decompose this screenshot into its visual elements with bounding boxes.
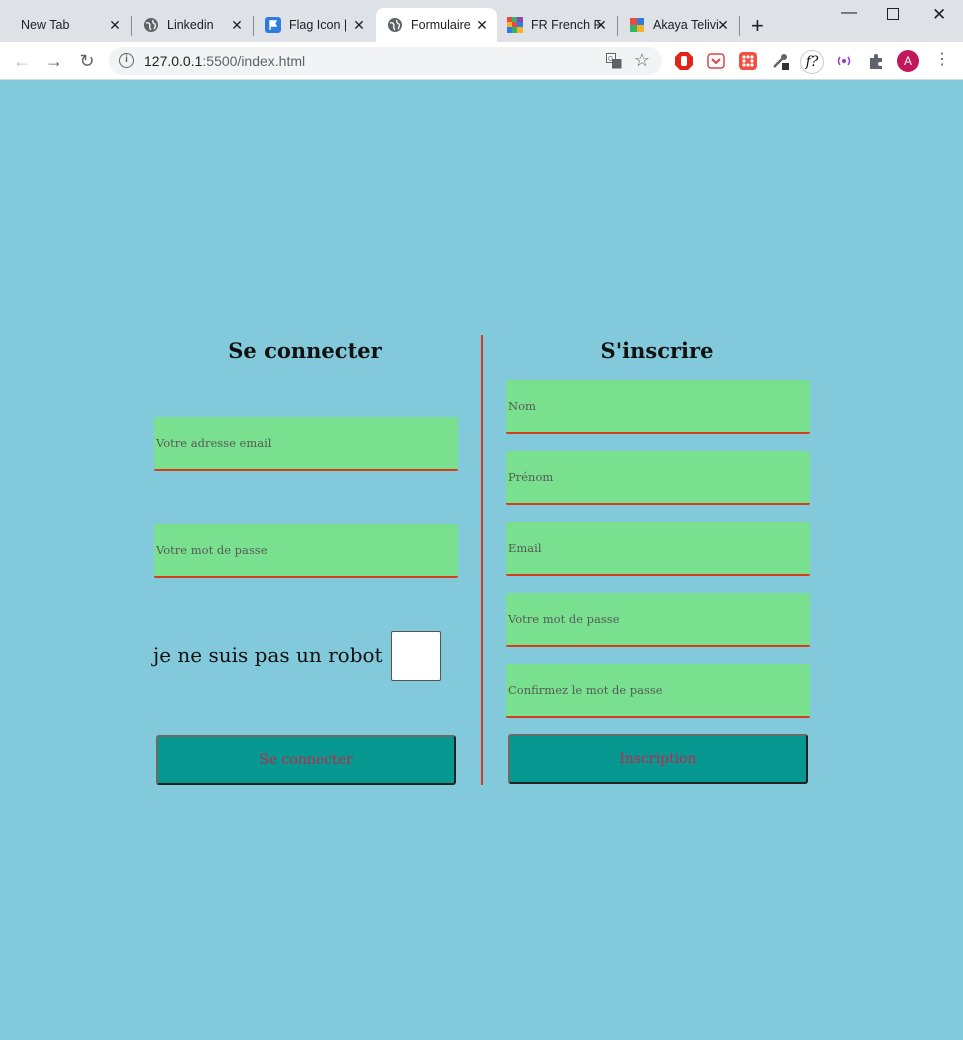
url-host: 127.0.0.1 xyxy=(144,53,203,69)
info-icon[interactable]: i xyxy=(119,53,134,68)
tab-title: Flag Icon | xyxy=(289,18,348,32)
signup-submit-button[interactable]: Inscription xyxy=(508,734,808,784)
tab-strip: New Tab ✕ Linkedin ✕ Flag Icon | ✕ Formu… xyxy=(0,0,963,42)
tab-akaya[interactable]: Akaya Telivi ✕ xyxy=(618,8,738,42)
forward-icon[interactable]: → xyxy=(44,51,64,71)
login-password-input[interactable] xyxy=(154,524,458,578)
grid-icon xyxy=(507,17,523,33)
pocket-extension-icon[interactable] xyxy=(707,52,725,70)
login-submit-button[interactable]: Se connecter xyxy=(156,735,456,785)
tab-title: Formulaire xyxy=(411,18,471,32)
tab-linkedin[interactable]: Linkedin ✕ xyxy=(132,8,252,42)
signup-nom-input[interactable] xyxy=(506,380,810,434)
font-inspector-extension-icon[interactable]: f? xyxy=(800,50,824,74)
tab-title: Linkedin xyxy=(167,18,214,32)
page-content: Se connecter je ne suis pas un robot Se … xyxy=(0,80,963,1040)
signup-confirm-password-input[interactable] xyxy=(506,664,810,718)
tab-flag-icon[interactable]: Flag Icon | ✕ xyxy=(254,8,374,42)
signup-prenom-input[interactable] xyxy=(506,451,810,505)
svg-text:G: G xyxy=(608,56,613,63)
dotgrid-extension-icon[interactable] xyxy=(739,52,757,70)
globe-icon xyxy=(144,18,158,32)
profile-avatar[interactable]: A xyxy=(897,50,919,72)
robot-label: je ne suis pas un robot xyxy=(153,643,383,667)
translate-icon[interactable]: G xyxy=(606,53,622,69)
login-email-input[interactable] xyxy=(154,417,458,471)
tab-french[interactable]: FR French F ✕ xyxy=(498,8,616,42)
close-icon[interactable]: ✕ xyxy=(230,18,244,32)
reload-icon[interactable]: ↻ xyxy=(77,51,97,71)
browser-toolbar: ← → ↻ i 127.0.0.1:5500/index.html G ☆ f?… xyxy=(0,42,963,80)
address-bar[interactable]: i 127.0.0.1:5500/index.html G ☆ xyxy=(109,47,662,75)
close-icon[interactable]: ✕ xyxy=(475,18,489,32)
globe-icon xyxy=(388,18,402,32)
close-icon[interactable]: ✕ xyxy=(108,18,122,32)
tab-formulaire[interactable]: Formulaire ✕ xyxy=(376,8,497,42)
robot-checkbox[interactable] xyxy=(391,631,441,681)
signup-email-input[interactable] xyxy=(506,522,810,576)
flag-icon xyxy=(265,17,281,33)
bookmark-star-icon[interactable]: ☆ xyxy=(634,50,650,71)
close-icon[interactable]: ✕ xyxy=(352,18,366,32)
tab-new-tab[interactable]: New Tab ✕ xyxy=(8,8,130,42)
column-divider xyxy=(481,335,483,785)
maximize-icon[interactable] xyxy=(887,8,899,20)
puzzle-extensions-icon[interactable] xyxy=(867,52,885,70)
pinwheel-icon xyxy=(630,18,644,32)
url-text[interactable]: 127.0.0.1:5500/index.html xyxy=(144,53,305,69)
tab-title: New Tab xyxy=(21,18,70,32)
signup-title: S'inscrire xyxy=(600,338,714,363)
stop-sign-extension-icon[interactable] xyxy=(675,52,693,70)
back-icon[interactable]: ← xyxy=(12,51,32,71)
url-path: :5500/index.html xyxy=(202,53,306,69)
minimize-icon[interactable]: — xyxy=(841,4,857,22)
tab-title: FR French F xyxy=(531,18,602,32)
signup-password-input[interactable] xyxy=(506,593,810,647)
close-icon[interactable]: ✕ xyxy=(716,18,730,32)
close-icon[interactable]: ✕ xyxy=(594,18,608,32)
new-tab-button[interactable]: + xyxy=(751,15,764,37)
close-window-icon[interactable]: ✕ xyxy=(932,5,946,25)
login-title: Se connecter xyxy=(228,338,382,363)
tab-title: Akaya Telivi xyxy=(653,18,719,32)
menu-kebab-icon[interactable]: ⋮ xyxy=(934,50,950,68)
broadcast-extension-icon[interactable] xyxy=(835,52,853,70)
tab-separator xyxy=(739,16,740,36)
eyedropper-extension-icon[interactable] xyxy=(771,52,789,70)
